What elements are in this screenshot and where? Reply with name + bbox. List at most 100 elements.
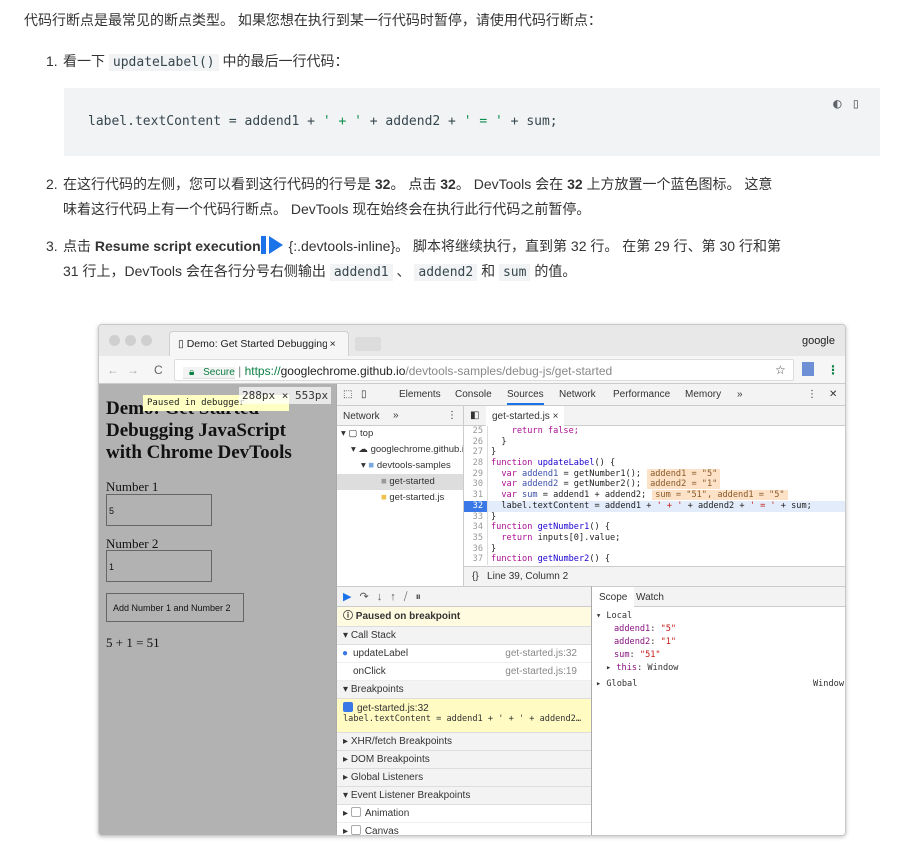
step-out-icon[interactable]: ↑ [390,591,404,603]
file-tab[interactable]: get-started.js × [486,406,565,426]
profile-name: google [801,335,835,347]
cursor-position: Line 39, Column 2 [487,571,569,582]
line-number[interactable]: 33 [464,511,488,523]
line-number[interactable]: 26 [464,436,488,448]
more-tabs[interactable]: » [737,389,743,400]
scope-local[interactable]: ▾ Local [596,610,844,623]
xhr-breakpoints-section[interactable]: ▸ XHR/fetch Breakpoints [337,733,591,751]
code-token: } [491,436,507,447]
line-number[interactable]: 34 [464,522,488,533]
scope-this[interactable]: ▸ this: Window [596,662,844,675]
url-field[interactable]: 🔒︎ Secure | https://googlechrome.github.… [174,359,794,381]
code-line: 32 label.textContent = addend1 + ' + ' +… [464,500,845,512]
call-frame[interactable]: ● updateLabel get-started.js:32 [337,645,591,663]
inspect-icon[interactable]: ⬚ [343,389,352,400]
call-stack-section[interactable]: ▾ Call Stack [337,627,591,645]
dark-theme-icon[interactable]: ◐ [833,96,851,112]
devtools-menu-icon[interactable]: ⋮ [807,389,817,400]
tab-console[interactable]: Console [455,389,492,400]
number2-input[interactable]: 1 [106,550,212,582]
code-line: 26 } [464,436,845,448]
scope-global[interactable]: ▸ Global Window [596,678,844,691]
line-number[interactable]: 36 [464,543,488,555]
browser-tab[interactable]: ▯ Demo: Get Started Debugging JavaScript… [169,331,349,356]
line-number[interactable]: 31 [464,490,488,501]
nav-more[interactable]: » [393,410,399,421]
tree-item[interactable]: ▾ ☁ googlechrome.github.io [337,442,463,458]
resume-icon[interactable]: ▶ [343,591,359,603]
tree-item[interactable]: ▾ ▢ top [337,426,463,442]
tab-network[interactable]: Network [559,389,596,400]
pause-on-exceptions-icon[interactable]: ⏸ [415,591,429,603]
intro-paragraph: 代码行断点是最常见的断点类型。 如果您想在执行到某一行代码时暂停，请使用代码行断… [24,12,602,28]
code-token: label.textContent = addend1 + [491,500,657,511]
event-listener-breakpoints-section[interactable]: ▾ Event Listener Breakpoints [337,787,591,805]
code-line: 36} [464,543,845,555]
line-number[interactable]: 37 [464,554,488,565]
code-token: addend2 [522,479,559,490]
line-number[interactable]: 35 [464,532,488,544]
pretty-print-icon[interactable]: {} [472,571,479,582]
code-token: () { [594,458,616,469]
tree-item[interactable]: ■ get-started [337,474,463,490]
line-number[interactable]: 32 [464,500,488,512]
menu-icon[interactable]: ⋮ [827,363,839,377]
call-frame[interactable]: onClick get-started.js:19 [337,663,591,681]
reload-icon[interactable]: C [154,363,163,377]
code-token: getNumber2 [537,554,590,565]
line-number[interactable]: 27 [464,447,488,459]
tab-watch[interactable]: Watch [636,592,664,603]
bookmark-star-icon[interactable]: ☆ [775,363,786,377]
add-button[interactable]: Add Number 1 and Number 2 [106,593,244,622]
tree-item[interactable]: ■ get-started.js [337,490,463,506]
demo-page: Demo: Get Started Debugging JavaScript w… [99,384,336,835]
copy-icon[interactable]: ▯ [852,96,870,112]
code-token: + addend2 + [682,500,750,511]
new-tab-button[interactable] [355,337,381,351]
tab-elements[interactable]: Elements [399,389,441,400]
line-number[interactable]: 28 [464,458,488,469]
code-token: return [491,532,538,543]
code-line: 29 var addend1 = getNumber1(); addend1 = … [464,468,845,480]
step-into-icon[interactable]: ↓ [377,591,391,603]
dom-breakpoints-section[interactable]: ▸ DOM Breakpoints [337,751,591,769]
tree-item[interactable]: ▾ ■ devtools-samples [337,458,463,474]
code-lines: 25 return false; 26 } 27} 28 function update… [464,426,845,566]
tab-performance[interactable]: Performance [613,389,670,400]
number1-input[interactable]: 5 [106,494,212,526]
forward-icon[interactable]: → [127,363,139,377]
tab-scope[interactable]: Scope [592,587,635,607]
devtools-close-icon[interactable]: ✕ [829,389,837,400]
deactivate-breakpoints-icon[interactable]: ⧸ [404,591,416,603]
line-number[interactable]: 29 [464,468,488,480]
code-token: var [491,479,523,490]
listener-canvas[interactable]: ▸ Canvas [337,823,591,835]
paused-message: ⓘ Paused on breakpoint [337,607,591,627]
tab-close-icon[interactable]: × [330,338,336,350]
toggle-navigator-icon[interactable]: ◧ [470,410,479,421]
tab-bar: ▯ Demo: Get Started Debugging JavaScript… [99,325,845,356]
line-number[interactable]: 30 [464,479,488,491]
address-bar: ← → C 🔒︎ Secure | https://googlechrome.g… [99,356,845,384]
extension-icon[interactable] [802,362,814,376]
breakpoint-item[interactable]: get-started.js:32 label.textContent = add… [337,699,591,733]
tab-memory[interactable]: Memory [685,389,721,400]
nav-tab-network[interactable]: Network [343,411,380,422]
device-icon[interactable]: ▯ [361,389,367,400]
line-number[interactable]: 25 [464,426,488,437]
breakpoint-checkbox[interactable] [343,702,353,712]
code-token: () { [589,554,611,565]
breakpoints-section[interactable]: ▾ Breakpoints [337,681,591,699]
window-zoom-dot [141,335,152,346]
scope-pane: Scope Watch ▾ Local addend1: "5" addend2:… [592,586,845,835]
code-token: ' + ' [656,500,683,511]
devtools-toolbar: ⬚ ▯ Elements Console Sources Network Per… [337,384,845,406]
listener-animation[interactable]: ▸ Animation [337,805,591,823]
nav-menu-icon[interactable]: ⋮ [447,410,457,421]
back-icon[interactable]: ← [107,363,119,377]
global-listeners-section[interactable]: ▸ Global Listeners [337,769,591,787]
code-token: return false; [491,426,579,436]
step-over-icon[interactable]: ↷ [359,591,376,603]
resume-icon [260,236,285,254]
tab-sources[interactable]: Sources [507,389,544,405]
